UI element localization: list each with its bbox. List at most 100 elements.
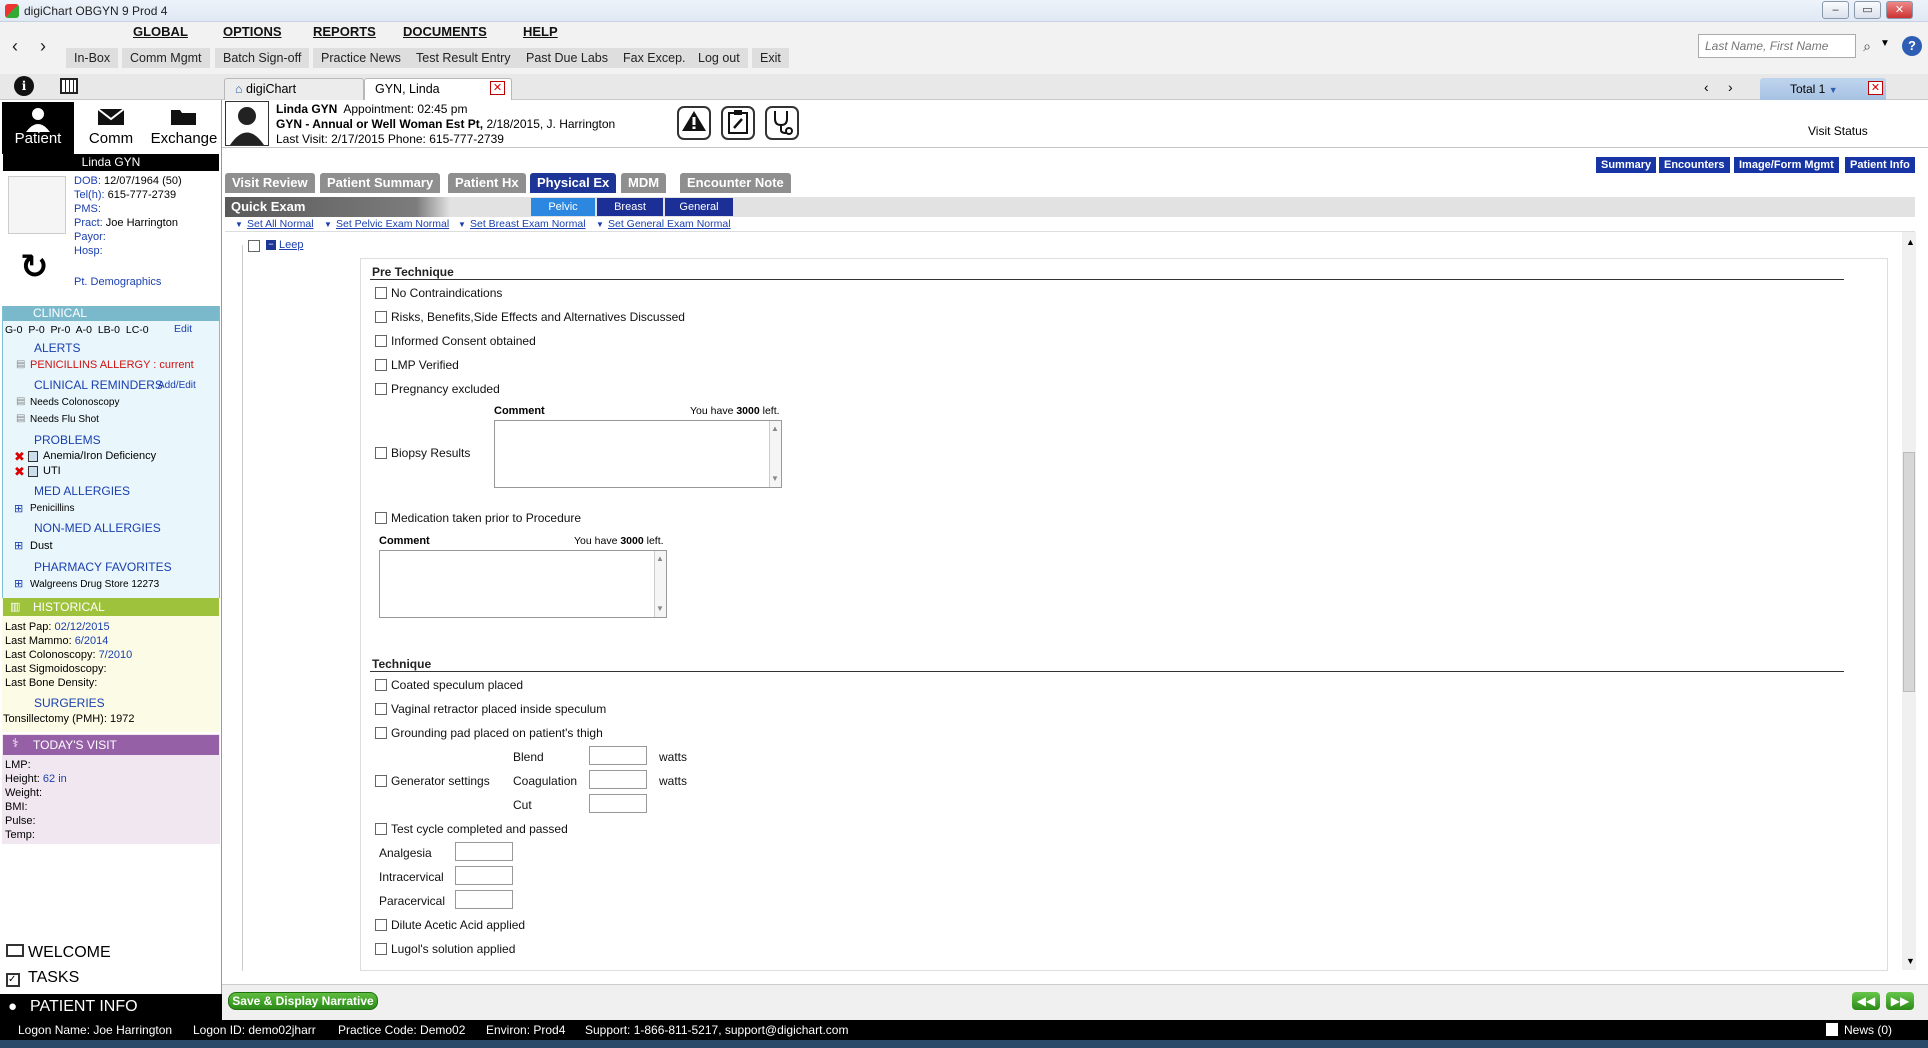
blend-input[interactable] xyxy=(589,746,647,765)
no-contraindications-checkbox[interactable] xyxy=(375,287,387,299)
submenu-batch-signoff[interactable]: Batch Sign-off xyxy=(215,48,310,68)
stethoscope-icon[interactable] xyxy=(765,106,799,140)
alert-penicillins[interactable]: PENICILLINS ALLERGY : current xyxy=(30,359,194,371)
edit-note-icon[interactable] xyxy=(28,466,38,477)
generator-settings-checkbox[interactable] xyxy=(375,775,387,787)
paracervical-input[interactable] xyxy=(455,890,513,909)
nonmed-allergies-heading[interactable]: NON-MED ALLERGIES xyxy=(34,521,161,535)
submenu-logout[interactable]: Log out xyxy=(690,48,748,68)
news-icon[interactable] xyxy=(1826,1023,1838,1036)
summary-button[interactable]: Summary xyxy=(1596,157,1657,173)
subtab-pelvic[interactable]: Pelvic xyxy=(531,198,595,216)
alerts-heading[interactable]: ALERTS xyxy=(34,341,80,355)
lugols-checkbox[interactable] xyxy=(375,943,387,955)
pharmacy-walgreens[interactable]: Walgreens Drug Store 12273 xyxy=(30,579,159,590)
rewind-icon[interactable]: ◀◀ xyxy=(1852,992,1880,1010)
close-all-tabs-icon[interactable]: ✕ xyxy=(1868,81,1883,95)
allergy-penicillins[interactable]: Penicillins xyxy=(30,503,74,514)
delete-x-icon[interactable]: ✖ xyxy=(14,464,25,480)
tile-comm[interactable]: Comm xyxy=(76,102,146,154)
scroll-up-icon[interactable]: ▲ xyxy=(771,424,779,433)
refresh-icon[interactable]: ↻ xyxy=(20,250,49,284)
pharmacy-heading[interactable]: PHARMACY FAVORITES xyxy=(34,560,172,574)
expand-plus-icon[interactable]: ⊞ xyxy=(14,502,23,515)
maximize-button[interactable]: ▭ xyxy=(1854,1,1881,19)
submenu-exit[interactable]: Exit xyxy=(752,48,789,68)
close-tab-icon[interactable]: ✕ xyxy=(490,81,505,95)
search-icon[interactable]: ⌕ xyxy=(1857,34,1877,58)
cut-input[interactable] xyxy=(589,794,647,813)
scroll-up-icon[interactable]: ▲ xyxy=(656,554,664,563)
visit-status-label[interactable]: Visit Status xyxy=(1808,124,1868,138)
forward-arrow-icon[interactable]: › xyxy=(40,36,46,57)
tab-next-arrow-icon[interactable]: › xyxy=(1728,79,1733,95)
clinical-reminders-heading[interactable]: CLINICAL REMINDERS xyxy=(34,378,163,392)
set-all-normal-link[interactable]: Set All Normal xyxy=(247,218,314,230)
subtab-breast[interactable]: Breast xyxy=(597,198,663,216)
fast-forward-icon[interactable]: ▶▶ xyxy=(1886,992,1914,1010)
demographics-link[interactable]: Pt. Demographics xyxy=(74,276,161,288)
problem-uti[interactable]: UTI xyxy=(43,465,61,477)
scroll-down-icon[interactable]: ▼ xyxy=(656,604,664,613)
problem-anemia[interactable]: Anemia/Iron Deficiency xyxy=(43,450,156,462)
last-pap-value[interactable]: 02/12/2015 xyxy=(55,621,110,633)
reminder-flu-shot[interactable]: Needs Flu Shot xyxy=(30,414,99,425)
set-breast-normal-link[interactable]: Set Breast Exam Normal xyxy=(470,218,586,230)
delete-x-icon[interactable]: ✖ xyxy=(14,449,25,465)
back-arrow-icon[interactable]: ‹ xyxy=(12,36,18,57)
tab-prev-arrow-icon[interactable]: ‹ xyxy=(1704,79,1709,95)
risks-discussed-checkbox[interactable] xyxy=(375,311,387,323)
expand-plus-icon[interactable]: ⊞ xyxy=(14,577,23,590)
medication-taken-checkbox[interactable] xyxy=(375,512,387,524)
menu-help[interactable]: HELP xyxy=(523,24,558,39)
image-form-mgmt-button[interactable]: Image/Form Mgmt xyxy=(1734,157,1839,173)
reminder-colonoscopy[interactable]: Needs Colonoscopy xyxy=(30,397,120,408)
submenu-comm-mgmt[interactable]: Comm Mgmt xyxy=(122,48,210,68)
coagulation-input[interactable] xyxy=(589,770,647,789)
encounters-button[interactable]: Encounters xyxy=(1659,157,1730,173)
leep-checkbox[interactable] xyxy=(248,240,260,252)
vaginal-retractor-checkbox[interactable] xyxy=(375,703,387,715)
collapse-minus-icon[interactable]: − xyxy=(266,240,276,250)
search-dropdown-icon[interactable]: ▼ xyxy=(1880,38,1890,49)
intracervical-input[interactable] xyxy=(455,866,513,885)
last-colonoscopy-value[interactable]: 7/2010 xyxy=(99,649,133,661)
scroll-up-icon[interactable]: ▲ xyxy=(1906,237,1915,247)
menu-documents[interactable]: DOCUMENTS xyxy=(403,24,487,39)
menu-global[interactable]: GLOBAL xyxy=(133,24,188,39)
biopsy-results-checkbox[interactable] xyxy=(375,447,387,459)
set-general-normal-link[interactable]: Set General Exam Normal xyxy=(608,218,731,230)
problems-heading[interactable]: PROBLEMS xyxy=(34,433,101,447)
reminders-add-edit-link[interactable]: Add/Edit xyxy=(158,380,196,391)
submenu-practice-news[interactable]: Practice News xyxy=(313,48,409,68)
analgesia-input[interactable] xyxy=(455,842,513,861)
submenu-past-due-labs[interactable]: Past Due Labs xyxy=(518,48,616,68)
nav-welcome[interactable]: WELCOME xyxy=(6,944,111,962)
allergy-dust[interactable]: Dust xyxy=(30,540,53,552)
coated-speculum-checkbox[interactable] xyxy=(375,679,387,691)
surgeries-heading[interactable]: SURGERIES xyxy=(34,696,105,710)
ob-edit-link[interactable]: Edit xyxy=(174,323,192,335)
scroll-down-icon[interactable]: ▼ xyxy=(1906,956,1915,966)
last-mammo-value[interactable]: 6/2014 xyxy=(75,635,109,647)
clipboard-edit-icon[interactable] xyxy=(721,106,755,140)
info-icon[interactable]: i xyxy=(14,76,34,96)
tab-digichart-home[interactable]: ⌂ digiChart xyxy=(224,78,364,100)
lmp-verified-checkbox[interactable] xyxy=(375,359,387,371)
tab-mdm[interactable]: MDM xyxy=(621,173,667,193)
subtab-general[interactable]: General xyxy=(665,198,733,216)
patient-info-button[interactable]: Patient Info xyxy=(1845,157,1915,173)
submenu-inbox[interactable]: In-Box xyxy=(66,48,119,68)
tab-patient-hx[interactable]: Patient Hx xyxy=(448,173,526,193)
scroll-down-icon[interactable]: ▼ xyxy=(771,474,779,483)
submenu-test-result-entry[interactable]: Test Result Entry xyxy=(408,48,519,68)
help-icon[interactable]: ? xyxy=(1902,36,1922,56)
menu-reports[interactable]: REPORTS xyxy=(313,24,376,39)
save-display-narrative-button[interactable]: Save & Display Narrative xyxy=(228,992,378,1010)
set-pelvic-normal-link[interactable]: Set Pelvic Exam Normal xyxy=(336,218,449,230)
medication-comment-textarea[interactable] xyxy=(379,550,667,618)
warning-icon[interactable] xyxy=(677,106,711,140)
pregnancy-excluded-checkbox[interactable] xyxy=(375,383,387,395)
tab-encounter-note[interactable]: Encounter Note xyxy=(680,173,791,193)
test-cycle-checkbox[interactable] xyxy=(375,823,387,835)
